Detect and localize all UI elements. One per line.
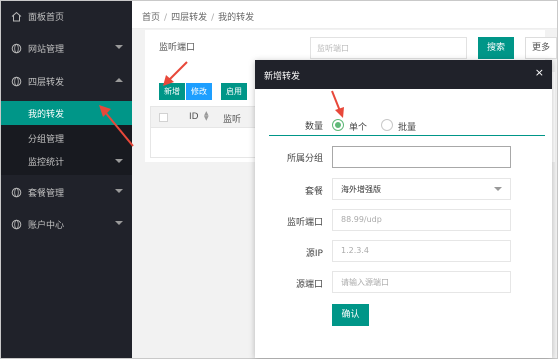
confirm-button[interactable]: 确认 [332,304,369,326]
select-all-checkbox[interactable] [159,113,168,122]
sidebar-item-label: 账户中心 [28,221,65,231]
search-button[interactable]: 搜索 [478,37,514,59]
sidebar-item-sites[interactable]: 网站管理 [1,33,132,65]
breadcrumb-bar: 首页 / 四层转发 / 我的转发 [132,1,557,29]
close-icon[interactable]: × [535,67,544,78]
chevron-down-icon [115,189,123,193]
sort-icon[interactable]: ▲ ▼ [204,111,209,122]
globe-icon [11,43,22,54]
sidebar-item-plans[interactable]: 套餐管理 [1,177,132,209]
source-port-label: 源端口 [295,280,323,290]
enable-button[interactable]: 启用 [221,83,247,100]
column-header-listen[interactable]: 监听 [223,112,241,125]
source-port-input[interactable]: 请输入源端口 [332,271,511,293]
globe-icon [11,219,22,230]
sidebar-item-label: 四层转发 [28,78,65,88]
sidebar: 面板首页 网站管理 四层转发 我的转发 分组管理 监控统计 套餐管理 账户中心 [1,1,132,358]
sidebar-item-label: 套餐管理 [28,189,65,199]
chevron-down-icon [115,221,123,225]
plan-label: 套餐 [304,187,323,197]
radio-batch[interactable] [381,119,393,131]
breadcrumb-home[interactable]: 首页 [142,13,160,23]
source-ip-label: 源IP [305,249,323,259]
group-input[interactable] [332,146,511,168]
more-button[interactable]: 更多 [525,37,557,59]
breadcrumb-l4-forward[interactable]: 四层转发 [171,13,207,23]
dialog-title: 新增转发 [264,72,301,82]
radio-batch-label[interactable]: 批量 [398,120,416,133]
sidebar-item-l4-forward[interactable]: 四层转发 [1,66,132,98]
chevron-up-icon [115,78,123,82]
home-icon [11,11,22,22]
chevron-down-icon [115,159,123,163]
sidebar-item-label: 面板首页 [28,13,65,23]
dialog-header: 新增转发 × [255,60,552,89]
sidebar-subitem-monitoring[interactable]: 监控统计 [1,149,132,173]
plan-select-value: 海外增强版 [341,185,381,194]
chevron-down-icon [494,187,502,191]
listen-port-search-input[interactable]: 监听端口 [310,37,467,59]
radio-single-label[interactable]: 单个 [349,120,367,133]
radio-single[interactable] [332,119,344,131]
sidebar-item-label: 网站管理 [28,45,65,55]
annotation-arrow [163,61,188,86]
sidebar-subitem-label: 我的转发 [28,110,65,120]
chevron-down-icon [115,45,123,49]
group-label: 所属分组 [286,154,323,164]
annotation-arrow [331,90,344,118]
add-forward-dialog: 新增转发 × 数量 单个 批量 所属分组 套餐 海外增强版 监听端口 88.99… [255,60,552,358]
sidebar-subitem-label: 分组管理 [28,135,65,145]
breadcrumb: 首页 / 四层转发 / 我的转发 [142,10,254,23]
source-ip-input[interactable]: 1.2.3.4 [332,240,511,262]
breadcrumb-separator: / [164,13,168,23]
quantity-label: 数量 [304,122,323,132]
filter-label: 监听端口 [159,43,196,53]
column-header-id[interactable]: ID [189,112,199,122]
globe-icon [11,76,22,87]
sidebar-item-dashboard[interactable]: 面板首页 [1,1,132,33]
breadcrumb-separator: / [211,13,215,23]
plan-select[interactable]: 海外增强版 [332,178,511,200]
sidebar-item-account[interactable]: 账户中心 [1,209,132,241]
listen-port-input[interactable]: 88.99/udp [332,209,511,231]
listen-port-label: 监听端口 [286,218,323,228]
globe-icon [11,187,22,198]
annotation-arrow [99,105,134,147]
breadcrumb-current: 我的转发 [218,13,255,23]
active-underline [269,135,545,136]
sidebar-subitem-label: 监控统计 [28,158,65,168]
